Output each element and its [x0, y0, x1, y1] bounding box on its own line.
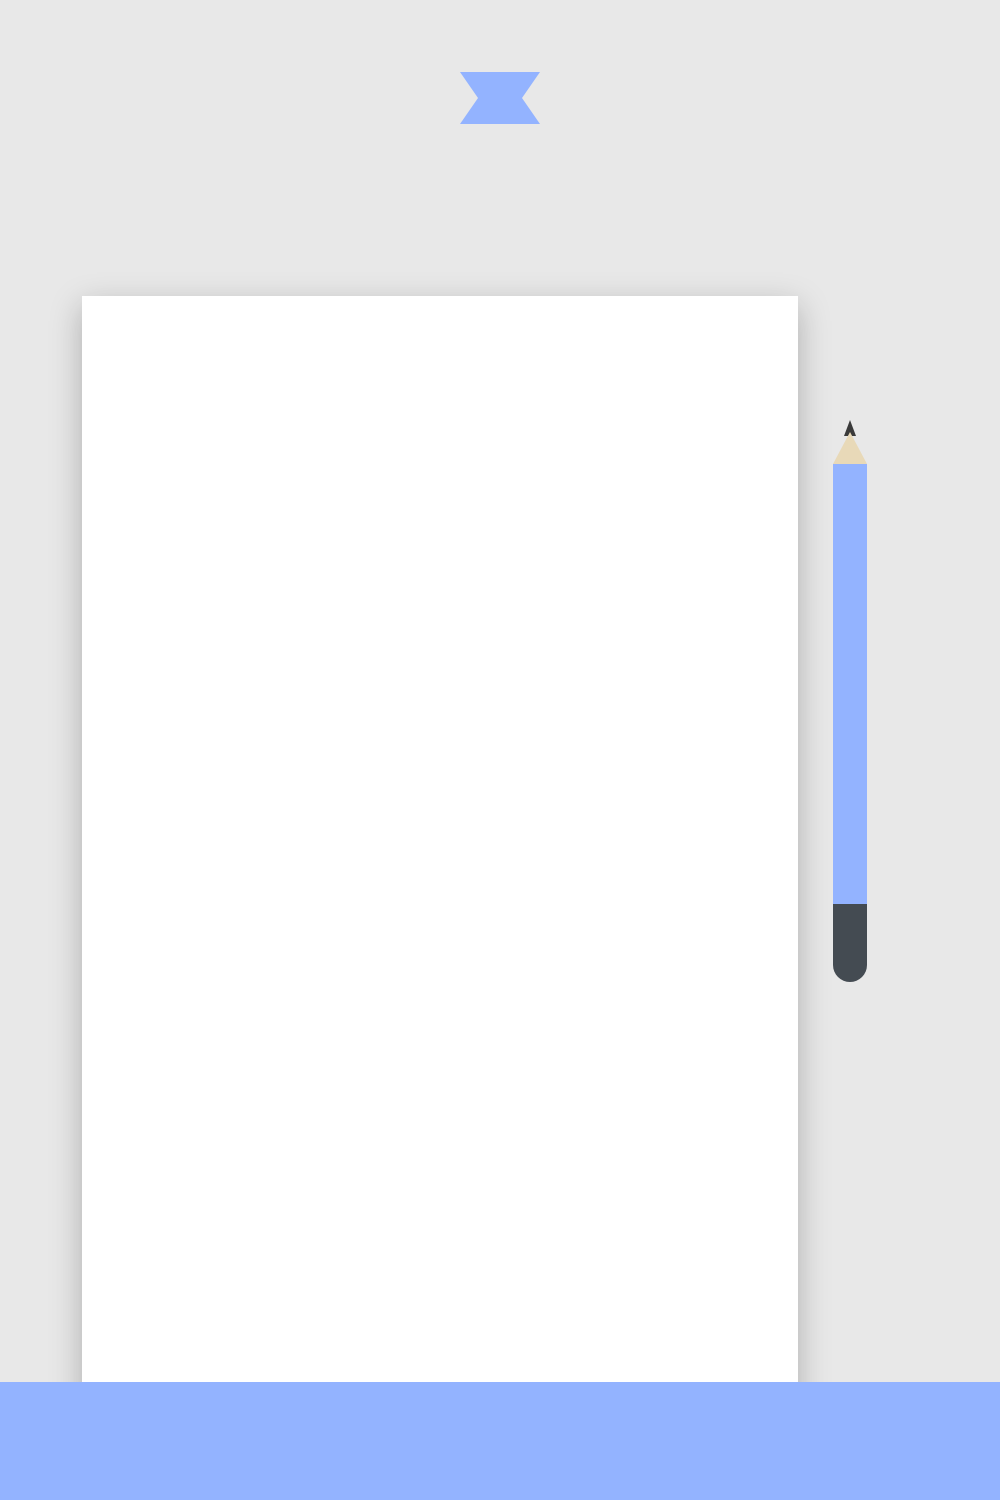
- template-page: [82, 296, 798, 1496]
- password-table: [156, 378, 738, 400]
- table-header-row: [156, 378, 738, 400]
- col-header-password: [441, 378, 598, 400]
- col-header-appsite: [156, 378, 284, 400]
- footer: [0, 1382, 1000, 1500]
- ribbon-badge: [460, 72, 540, 124]
- col-header-username: [284, 378, 441, 400]
- col-header-memo: [598, 378, 738, 400]
- pencil-icon: [833, 420, 867, 990]
